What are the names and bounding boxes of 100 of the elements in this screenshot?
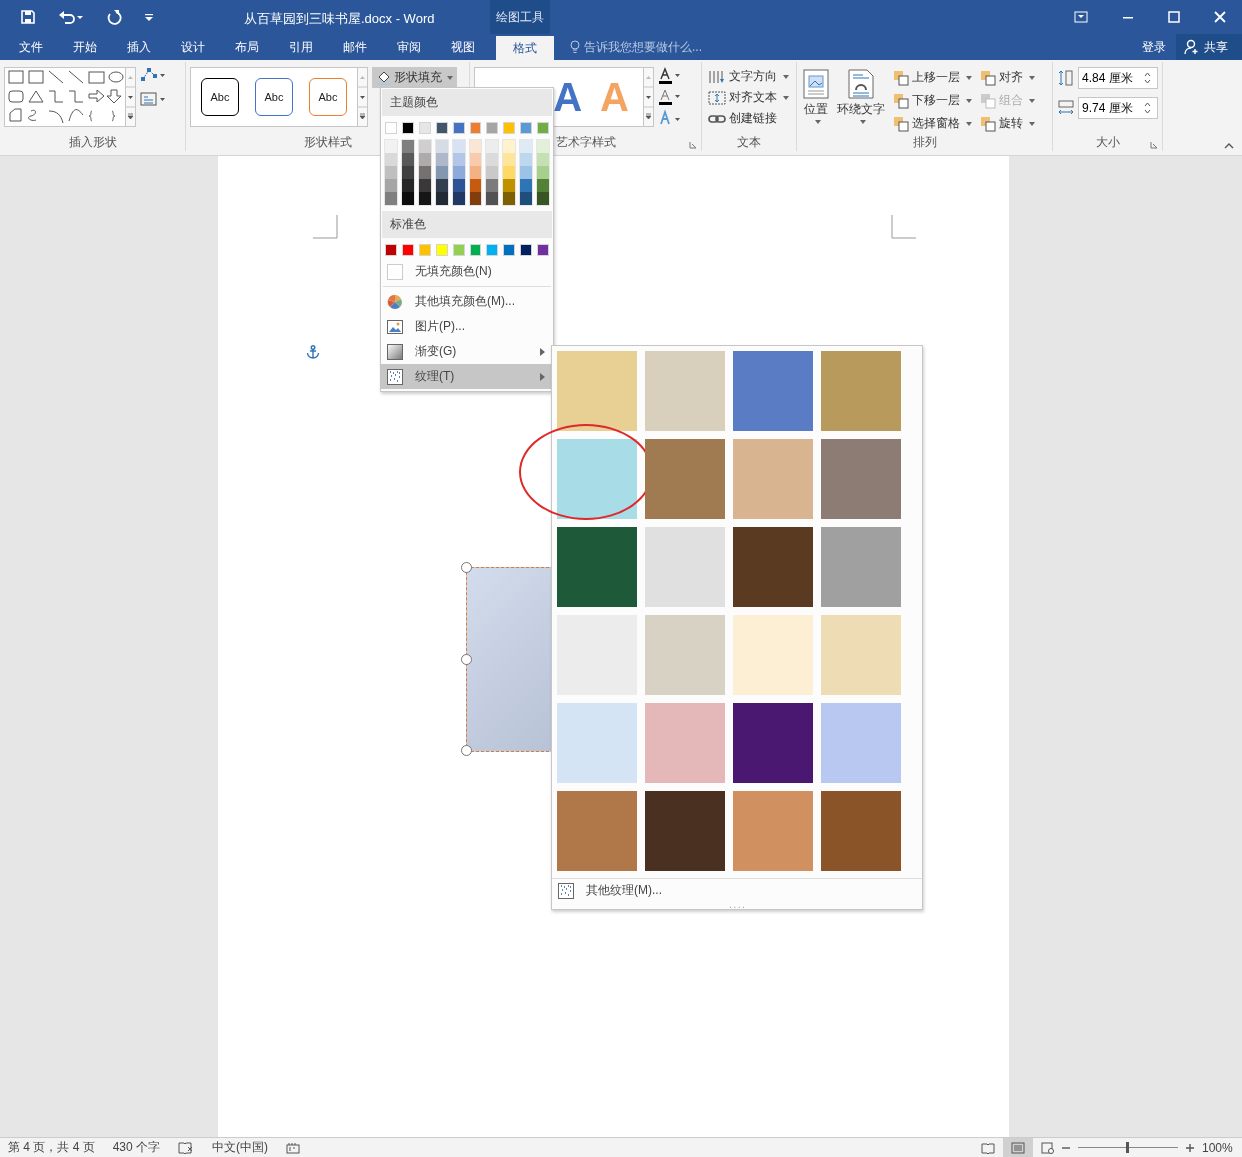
spin-arrows-icon[interactable]: [1144, 72, 1151, 84]
color-swatch[interactable]: [435, 244, 448, 256]
arrange-command[interactable]: 对齐: [978, 67, 1037, 88]
texture-swatch[interactable]: [557, 439, 637, 519]
texture-swatch[interactable]: [557, 527, 637, 607]
color-swatch[interactable]: [469, 140, 482, 153]
menu-item[interactable]: 纹理(T): [381, 364, 553, 389]
selected-text-box[interactable]: [466, 567, 554, 752]
ribbon-tab[interactable]: 引用: [274, 34, 328, 60]
texture-swatch[interactable]: [557, 703, 637, 783]
shape-style-sample[interactable]: Abc: [201, 78, 239, 116]
color-swatch[interactable]: [486, 153, 499, 166]
color-swatch[interactable]: [503, 153, 516, 166]
redo-icon[interactable]: [106, 9, 122, 25]
language-indicator[interactable]: 中文(中国): [212, 1139, 269, 1156]
page-count[interactable]: 第 4 页，共 4 页: [8, 1139, 95, 1156]
ribbon-tab[interactable]: 文件: [4, 34, 58, 60]
arrange-command[interactable]: 下移一层: [891, 90, 974, 111]
color-swatch[interactable]: [385, 153, 397, 166]
spin-arrows-icon[interactable]: [1144, 102, 1151, 114]
color-swatch[interactable]: [385, 166, 397, 179]
texture-swatch[interactable]: [645, 791, 725, 871]
arrange-command[interactable]: 选择窗格: [891, 113, 974, 134]
color-swatch[interactable]: [452, 192, 465, 205]
color-swatch[interactable]: [520, 179, 533, 192]
color-swatch[interactable]: [486, 166, 499, 179]
color-swatch[interactable]: [537, 122, 550, 134]
text-command[interactable]: 文字方向: [706, 67, 792, 86]
shape-style-sample[interactable]: Abc: [255, 78, 293, 116]
color-swatch[interactable]: [537, 244, 550, 256]
texture-swatch[interactable]: [557, 351, 637, 431]
texture-swatch[interactable]: [645, 703, 725, 783]
texture-swatch[interactable]: [645, 351, 725, 431]
color-swatch[interactable]: [503, 140, 516, 153]
undo-icon[interactable]: [58, 9, 84, 25]
text-box-icon[interactable]: [140, 91, 166, 107]
color-swatch[interactable]: [401, 244, 414, 256]
color-swatch[interactable]: [452, 122, 465, 134]
color-swatch[interactable]: [452, 179, 465, 192]
color-swatch[interactable]: [520, 153, 533, 166]
dialog-launcher-icon[interactable]: [689, 141, 697, 149]
text-fill-icon[interactable]: [658, 67, 682, 85]
color-swatch[interactable]: [418, 192, 431, 205]
color-swatch[interactable]: [435, 192, 448, 205]
color-swatch[interactable]: [537, 153, 550, 166]
texture-swatch[interactable]: [733, 703, 813, 783]
proofing-icon[interactable]: [178, 1141, 195, 1154]
color-swatch[interactable]: [401, 179, 414, 192]
texture-swatch[interactable]: [733, 527, 813, 607]
texture-swatch[interactable]: [821, 527, 901, 607]
color-swatch[interactable]: [520, 192, 533, 205]
menu-item[interactable]: 渐变(G): [381, 339, 553, 364]
texture-swatch[interactable]: [733, 791, 813, 871]
color-swatch[interactable]: [418, 140, 431, 153]
arrange-large-button[interactable]: 环绕文字: [835, 67, 887, 134]
color-swatch[interactable]: [469, 179, 482, 192]
texture-swatch[interactable]: [645, 615, 725, 695]
color-swatch[interactable]: [520, 244, 533, 256]
texture-swatch[interactable]: [821, 439, 901, 519]
color-swatch[interactable]: [435, 179, 448, 192]
color-swatch[interactable]: [385, 122, 397, 134]
texture-swatch[interactable]: [733, 439, 813, 519]
ribbon-tab[interactable]: 审阅: [382, 34, 436, 60]
share-button[interactable]: 共享: [1176, 34, 1242, 60]
color-swatch[interactable]: [418, 244, 431, 256]
color-swatch[interactable]: [537, 140, 550, 153]
resize-handle[interactable]: [461, 562, 472, 573]
color-swatch[interactable]: [520, 166, 533, 179]
gallery-scroll-icon[interactable]: [643, 67, 654, 127]
sign-in-link[interactable]: 登录: [1142, 34, 1176, 60]
height-spinner[interactable]: 4.84 厘米: [1078, 67, 1158, 89]
arrange-large-button[interactable]: 位置: [801, 67, 831, 134]
color-swatch[interactable]: [452, 166, 465, 179]
ribbon-display-icon[interactable]: [1074, 11, 1088, 23]
color-swatch[interactable]: [435, 122, 448, 134]
color-swatch[interactable]: [469, 244, 482, 256]
text-outline-icon[interactable]: [658, 88, 682, 106]
color-swatch[interactable]: [401, 192, 414, 205]
color-swatch[interactable]: [452, 140, 465, 153]
color-swatch[interactable]: [418, 166, 431, 179]
color-swatch[interactable]: [486, 122, 499, 134]
color-swatch[interactable]: [469, 166, 482, 179]
resize-grip-icon[interactable]: [728, 906, 746, 909]
ribbon-tab[interactable]: 设计: [166, 34, 220, 60]
color-swatch[interactable]: [401, 166, 414, 179]
tell-me-field[interactable]: 告诉我您想要做什么...: [584, 34, 794, 60]
color-swatch[interactable]: [503, 122, 516, 134]
color-swatch[interactable]: [401, 140, 414, 153]
color-swatch[interactable]: [469, 153, 482, 166]
color-swatch[interactable]: [469, 122, 482, 134]
resize-handle[interactable]: [461, 654, 472, 665]
texture-swatch[interactable]: [645, 439, 725, 519]
ribbon-tab[interactable]: 插入: [112, 34, 166, 60]
color-swatch[interactable]: [486, 244, 499, 256]
color-swatch[interactable]: [385, 192, 397, 205]
menu-item[interactable]: 无填充颜色(N): [381, 259, 553, 284]
color-swatch[interactable]: [486, 192, 499, 205]
customize-icon[interactable]: [144, 12, 154, 22]
color-swatch[interactable]: [385, 244, 397, 256]
save-icon[interactable]: [20, 9, 36, 25]
